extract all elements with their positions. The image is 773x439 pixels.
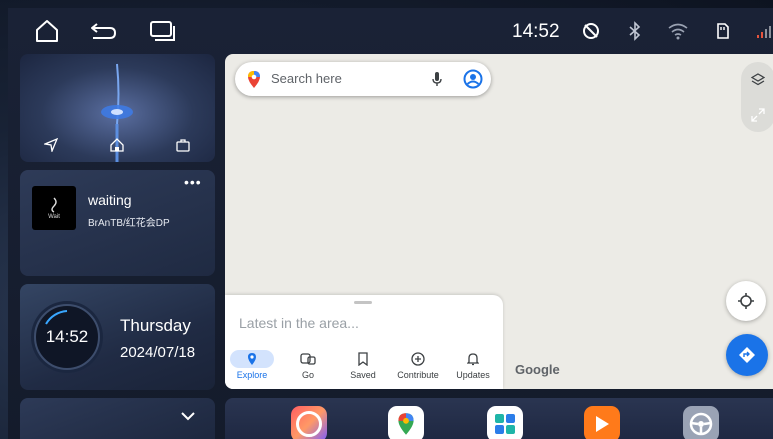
tab-go[interactable]: Go	[283, 347, 333, 387]
do-not-disturb-icon	[576, 18, 606, 44]
bookmark-icon	[338, 350, 388, 368]
microphone-icon[interactable]	[432, 71, 442, 92]
search-bar[interactable]: Search here	[235, 62, 491, 96]
google-watermark: Google	[515, 362, 560, 377]
analog-clock-face: 14:52	[34, 304, 100, 370]
map-layer-controls	[741, 62, 773, 132]
apps-grid-icon[interactable]	[487, 406, 523, 439]
tab-saved-label: Saved	[350, 370, 376, 380]
my-location-icon	[738, 293, 754, 309]
expand-icon[interactable]	[751, 107, 765, 122]
tab-updates[interactable]: Updates	[448, 347, 498, 387]
collapsed-widget[interactable]	[20, 398, 215, 439]
date: 2024/07/18	[120, 344, 196, 361]
tab-contribute-label: Contribute	[397, 370, 439, 380]
music-widget[interactable]: Wait waiting BrAnTB/红花会DP •••	[20, 170, 215, 276]
bell-icon	[448, 350, 498, 368]
clock-face-time: 14:52	[45, 327, 89, 346]
tab-go-label: Go	[301, 370, 314, 380]
layers-icon[interactable]	[751, 72, 765, 87]
home-destination-icon[interactable]	[110, 138, 124, 152]
video-player-app-icon[interactable]	[584, 406, 620, 439]
album-art: Wait	[32, 186, 76, 230]
maps-app-icon[interactable]	[388, 406, 424, 439]
directions-icon	[739, 347, 755, 363]
album-art-figure-icon	[51, 197, 57, 213]
back-icon[interactable]	[88, 18, 118, 44]
app-dock	[225, 398, 773, 439]
maps-pin-logo-icon	[247, 70, 261, 94]
more-options-icon[interactable]: •••	[184, 174, 202, 190]
tab-saved[interactable]: Saved	[338, 347, 388, 387]
clock-widget: 14:52 Thursday 2024/07/18	[20, 284, 215, 390]
directions-button[interactable]	[726, 334, 768, 376]
steering-wheel-app-icon[interactable]	[683, 406, 719, 439]
weekday: Thursday	[120, 316, 191, 335]
color-ring-app-icon[interactable]	[291, 406, 327, 439]
album-art-text: Wait	[48, 214, 60, 220]
map-view[interactable]: Search here Google Latest in the area...	[225, 54, 773, 389]
wifi-icon	[663, 18, 693, 44]
navigate-icon[interactable]	[42, 137, 59, 154]
status-time: 14:52	[512, 21, 560, 42]
pin-icon	[230, 350, 274, 368]
home-icon[interactable]	[32, 18, 62, 44]
song-title: waiting	[88, 192, 132, 208]
tab-contribute[interactable]: Contribute	[393, 347, 443, 387]
recenter-button[interactable]	[726, 281, 766, 321]
navigation-widget[interactable]	[20, 54, 215, 162]
status-bar: 14:52	[8, 8, 773, 54]
search-input[interactable]: Search here	[271, 71, 342, 86]
explore-bottom-sheet[interactable]: Latest in the area... Explore Go Saved C…	[225, 295, 503, 389]
bluetooth-icon	[620, 18, 650, 44]
recent-apps-icon[interactable]	[148, 18, 178, 44]
tab-explore-label: Explore	[236, 370, 268, 380]
tab-updates-label: Updates	[456, 370, 490, 380]
account-icon[interactable]	[463, 69, 483, 94]
work-destination-icon[interactable]	[176, 138, 190, 152]
signal-icon	[750, 18, 773, 44]
sheet-title: Latest in the area...	[239, 315, 359, 331]
song-artist: BrAnTB/红花会DP	[88, 218, 170, 229]
screen: 14:52 Wait waiting BrAnTB/红花会DP ••• 14:5…	[8, 8, 773, 439]
tab-explore[interactable]: Explore	[227, 347, 277, 387]
commute-icon	[283, 350, 333, 368]
chevron-down-icon[interactable]	[180, 408, 196, 426]
sd-card-icon	[708, 18, 738, 44]
add-circle-icon	[393, 350, 443, 368]
drag-handle[interactable]	[354, 301, 372, 304]
